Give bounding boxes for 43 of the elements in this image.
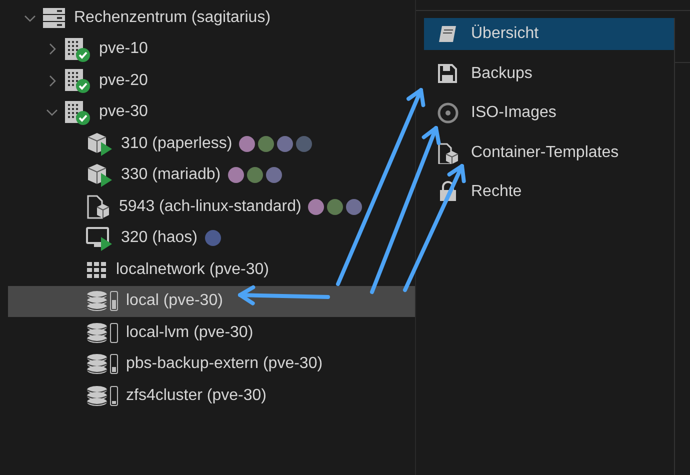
tree-item[interactable]: pve-30: [8, 96, 415, 128]
tree-label: pve-10: [99, 40, 148, 58]
tree-item[interactable]: pbs-backup-extern (pve-30): [8, 348, 415, 380]
menu-item[interactable]: Übersicht: [424, 18, 674, 50]
tree-item[interactable]: localnetwork (pve-30): [8, 254, 415, 286]
tree-label: pbs-backup-extern (pve-30): [126, 355, 323, 374]
menu-item[interactable]: Container-Templates: [424, 136, 674, 168]
database-icon: [86, 352, 108, 376]
tree-label: pve-30: [99, 103, 148, 122]
tree-item[interactable]: local-lvm (pve-30): [8, 317, 415, 348]
book-icon: [437, 23, 459, 45]
menu-item[interactable]: Backups: [424, 58, 674, 90]
disc-icon: [437, 102, 459, 124]
tree-label: localnetwork (pve-30): [116, 260, 269, 279]
tree-label: local-lvm (pve-30): [126, 324, 254, 342]
tree-item[interactable]: 330 (mariadb): [8, 160, 415, 191]
database-icon: [86, 384, 108, 408]
tree-item[interactable]: 320 (haos): [8, 222, 415, 254]
tree-item[interactable]: zfs4cluster (pve-30): [8, 380, 415, 412]
template-icon: [86, 194, 111, 220]
server-stack-icon: [42, 6, 66, 30]
tree-label: 5943 (ach-linux-standard): [119, 198, 302, 216]
tree-item[interactable]: Rechenzentrum (sagitarius): [8, 2, 415, 34]
tree-item[interactable]: 5943 (ach-linux-standard): [8, 191, 415, 222]
tree-label: 330 (mariadb): [121, 166, 221, 184]
menu-item[interactable]: Rechte: [424, 176, 674, 208]
tree-item[interactable]: pve-10: [8, 34, 415, 65]
tree-label: Rechenzentrum (sagitarius): [74, 8, 271, 27]
database-icon: [86, 320, 108, 345]
database-icon: [86, 289, 108, 314]
tree-label: 320 (haos): [121, 229, 198, 248]
lock-icon: [437, 181, 459, 203]
tree-item[interactable]: pve-20: [8, 65, 415, 96]
tree-label: 310 (paperless): [121, 134, 232, 153]
tree-label: local (pve-30): [126, 292, 223, 310]
template-icon: [437, 142, 459, 164]
usage-meter: [110, 322, 118, 343]
tree-item[interactable]: local (pve-30): [8, 286, 415, 317]
tree-label: zfs4cluster (pve-30): [126, 386, 266, 405]
menu-item[interactable]: ISO-Images: [424, 97, 674, 129]
tree-item[interactable]: 310 (paperless): [8, 128, 415, 160]
tree-label: pve-20: [99, 72, 148, 90]
grid-icon: [86, 260, 108, 280]
